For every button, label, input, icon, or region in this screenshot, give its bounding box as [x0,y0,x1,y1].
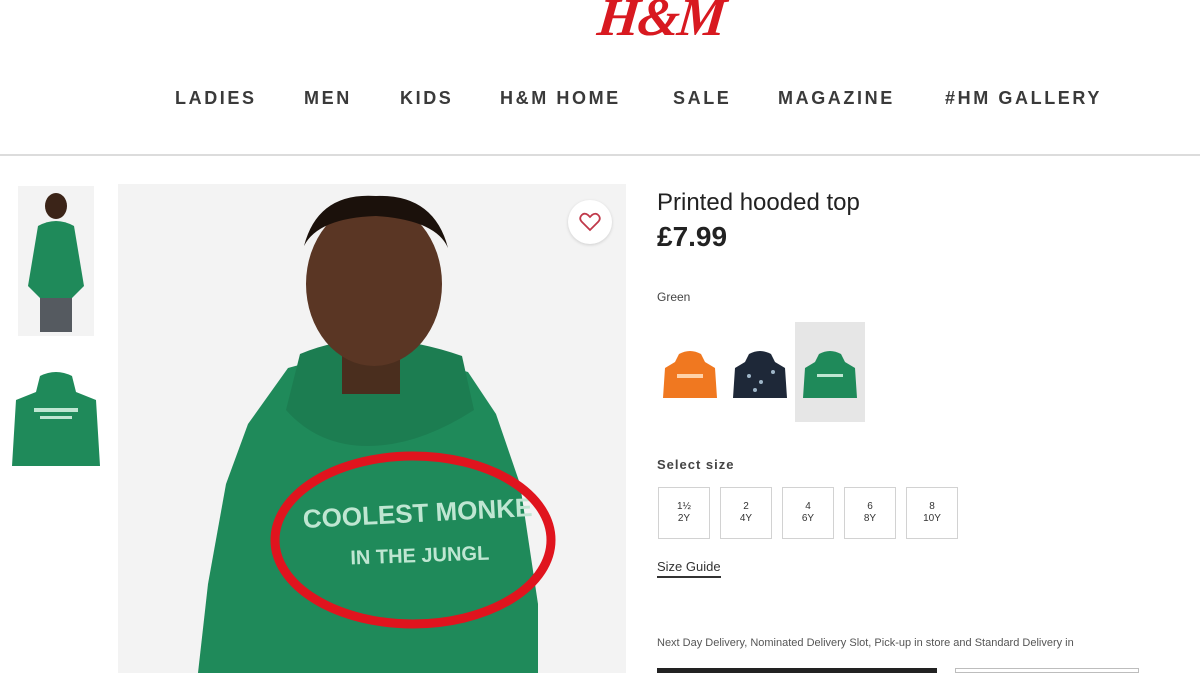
size-option[interactable]: 1½ 2Y [658,487,710,539]
add-to-favourites-button[interactable] [568,200,612,244]
thumbnail-product[interactable] [10,370,102,470]
selected-color-label: Green [657,290,691,304]
main-product-image[interactable]: COOLEST MONKE IN THE JUNGL [118,184,626,673]
thumbnail-model[interactable] [18,186,94,336]
size-top: 6 [867,501,873,512]
product-price: £7.99 [657,221,728,252]
nav-sale[interactable]: SALE [673,88,731,109]
main-nav: LADIES MEN KIDS H&M HOME SALE MAGAZINE #… [0,88,1200,112]
nav-kids[interactable]: KIDS [400,88,453,109]
find-in-store-button[interactable] [955,668,1139,673]
add-to-bag-button[interactable] [657,668,937,673]
size-top: 2 [743,501,749,512]
size-option[interactable]: 8 10Y [906,487,958,539]
heart-icon [579,212,601,232]
nav-ladies[interactable]: LADIES [175,88,257,109]
swatch-navy[interactable] [725,322,795,422]
size-guide-link[interactable]: Size Guide [657,559,721,578]
product-title: Printed hooded top [657,189,860,216]
size-bottom: 2Y [677,513,691,524]
size-option[interactable]: 6 8Y [844,487,896,539]
delivery-info: Next Day Delivery, Nominated Delivery Sl… [657,637,1074,649]
size-bottom: 4Y [739,513,753,524]
nav-magazine[interactable]: MAGAZINE [778,88,895,109]
size-bottom: 8Y [863,513,877,524]
nav-hm-gallery[interactable]: #HM GALLERY [945,88,1102,109]
size-top: 4 [805,501,811,512]
size-bottom: 10Y [923,513,941,524]
size-bottom: 6Y [801,513,815,524]
nav-men[interactable]: MEN [304,88,352,109]
size-top: 8 [929,501,935,512]
size-option[interactable]: 4 6Y [782,487,834,539]
swatch-orange[interactable] [655,322,725,422]
hm-logo[interactable]: H&M [595,0,728,48]
size-top: 1½ [677,501,691,512]
select-size-label: Select size [657,457,735,472]
swatch-green[interactable] [795,322,865,422]
size-option[interactable]: 2 4Y [720,487,772,539]
header-divider [0,154,1200,156]
nav-hm-home[interactable]: H&M HOME [500,88,621,109]
site-header: H&M LADIES MEN KIDS H&M HOME SALE MAGAZI… [0,0,1200,156]
